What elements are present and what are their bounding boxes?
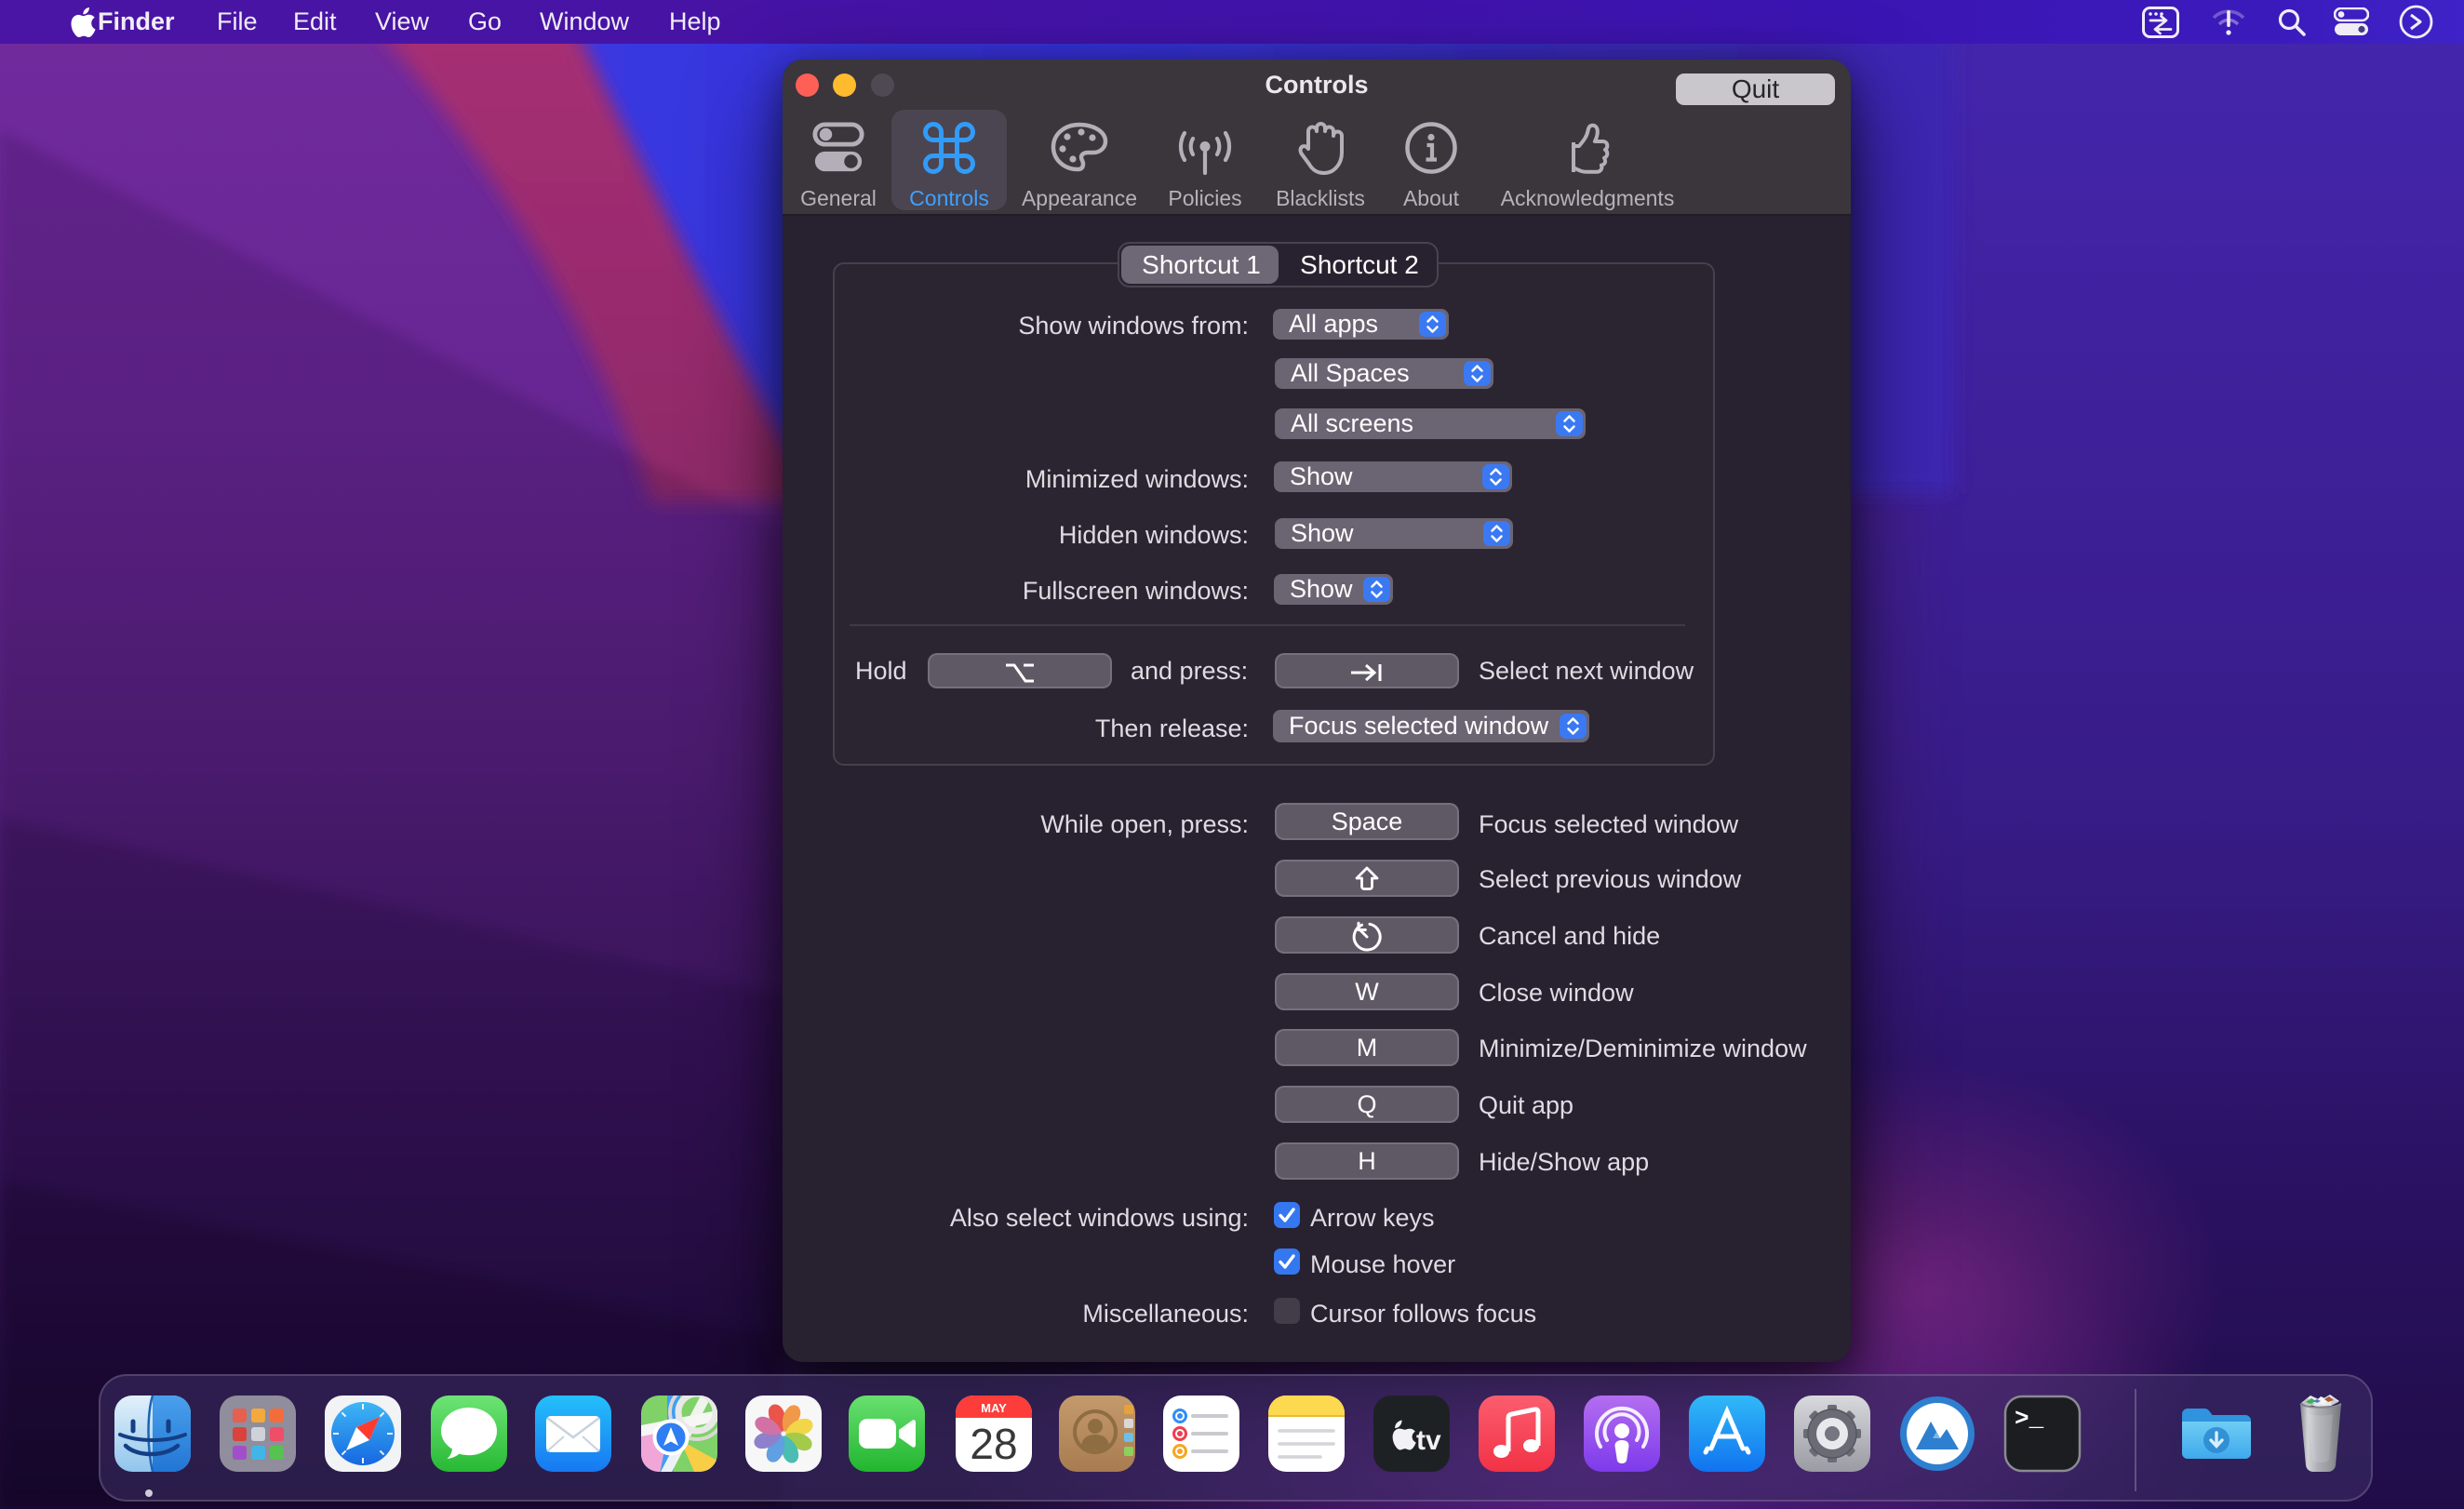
svg-text:>_: >_	[2015, 1405, 2044, 1433]
svg-text:MAY: MAY	[981, 1401, 1007, 1415]
svg-text:tv: tv	[1416, 1425, 1441, 1456]
svg-text:28: 28	[970, 1420, 1017, 1468]
